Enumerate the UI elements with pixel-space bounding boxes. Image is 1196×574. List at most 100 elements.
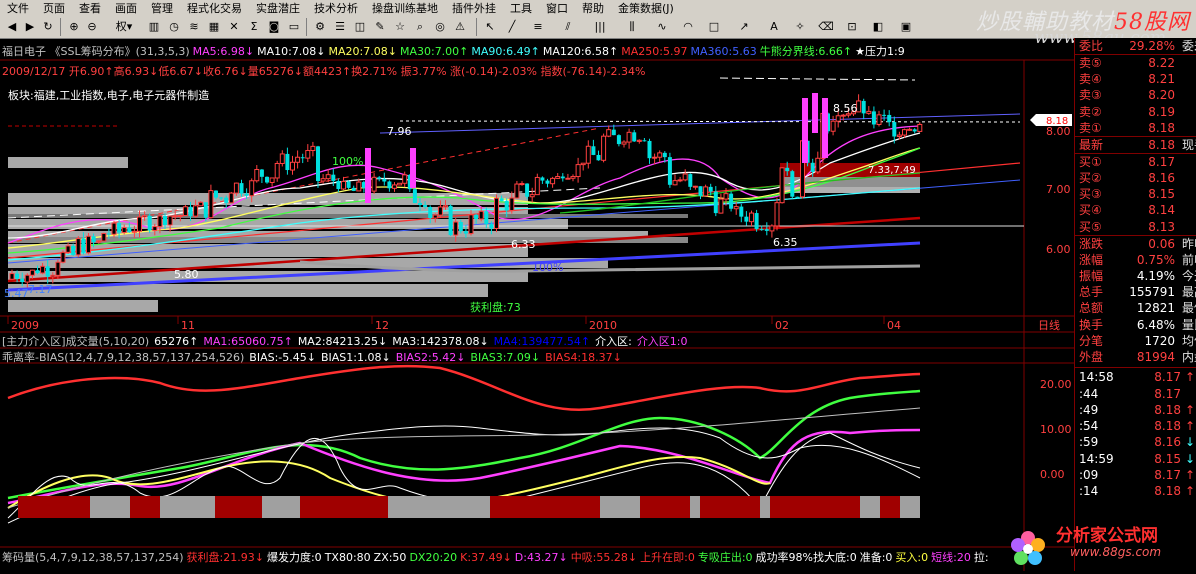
rect-draw-icon[interactable]: □ bbox=[706, 19, 722, 34]
chart-area[interactable]: 7.96 5.80 6.33 6.35 8.56 5.47 7.17 100% 100% 获利盘:… bbox=[0, 38, 1074, 571]
wave-icon[interactable]: ∿ bbox=[654, 19, 670, 34]
quote-row: 委比 29.28% 委差 bbox=[1079, 38, 1196, 54]
tick-row: 14:59 8.15 ↓ bbox=[1079, 451, 1196, 467]
quote-value: 0.75% bbox=[1136, 252, 1175, 267]
settings-icon[interactable]: ⚙ bbox=[312, 19, 328, 34]
zoom-in-icon[interactable]: ⊕ bbox=[66, 19, 82, 34]
quote-label: 最新 bbox=[1079, 137, 1104, 152]
fib-icon[interactable]: ||| bbox=[592, 19, 608, 34]
chart-type-icon[interactable]: ▥ bbox=[146, 19, 162, 34]
bias-line bbox=[7, 364, 921, 411]
quote-label: 换手 bbox=[1079, 317, 1104, 332]
menu-item-0[interactable]: 文件 bbox=[0, 0, 36, 16]
trend-line bbox=[399, 120, 1021, 123]
candle-body bbox=[111, 222, 117, 235]
menu-item-6[interactable]: 实盘潜庄 bbox=[249, 0, 307, 16]
refresh-icon[interactable]: ↻ bbox=[40, 19, 56, 34]
candle-body bbox=[519, 183, 525, 186]
price-axis-label: 7.00 bbox=[1046, 183, 1071, 196]
menu-item-8[interactable]: 操盘训练基地 bbox=[365, 0, 445, 16]
text-draw-icon[interactable]: A bbox=[766, 19, 782, 34]
quote-label: 买⑤ bbox=[1079, 219, 1102, 234]
candle-body bbox=[142, 215, 148, 218]
candle-body bbox=[265, 176, 269, 183]
target-icon[interactable]: ◎ bbox=[432, 19, 448, 34]
legend-item: 福日电子 《SSL筹码分布》(31,3,5,3) bbox=[2, 45, 190, 58]
cycle-icon[interactable]: ⫼ bbox=[624, 19, 640, 34]
save-icon[interactable]: ▣ bbox=[898, 19, 914, 34]
hline-icon[interactable]: ≡ bbox=[530, 19, 546, 34]
back-icon[interactable]: ◀ bbox=[4, 19, 20, 34]
camera-icon[interactable]: ◙ bbox=[266, 19, 282, 34]
quote-value: 8.18 bbox=[1148, 120, 1175, 135]
menu-item-1[interactable]: 页面 bbox=[36, 0, 72, 16]
candle-body bbox=[249, 180, 255, 197]
candle-body bbox=[692, 185, 698, 188]
menu-item-2[interactable]: 查看 bbox=[72, 0, 108, 16]
quote-label: 外盘 bbox=[1079, 350, 1104, 364]
candle-body bbox=[412, 189, 417, 204]
alert-icon[interactable]: ⚠ bbox=[452, 19, 468, 34]
star-icon[interactable]: ☆ bbox=[392, 19, 408, 34]
candle-body bbox=[458, 222, 463, 232]
candle-body bbox=[387, 181, 392, 189]
candle-body bbox=[45, 266, 50, 277]
chip-strip-segment bbox=[300, 496, 388, 518]
chip-bar bbox=[8, 193, 528, 205]
color-icon[interactable]: ◧ bbox=[870, 19, 886, 34]
quote-value: 8.21 bbox=[1148, 72, 1175, 87]
ma-legend-row: 福日电子 《SSL筹码分布》(31,3,5,3) MA5:6.98↓ MA10:7.… bbox=[2, 45, 908, 59]
menu-item-11[interactable]: 窗口 bbox=[539, 0, 575, 16]
line-draw-icon[interactable]: ╱ bbox=[504, 19, 520, 34]
candle-body bbox=[269, 177, 275, 183]
erase-icon[interactable]: ⌫ bbox=[818, 19, 834, 34]
date-axis-label: 02 bbox=[775, 319, 789, 332]
menu-item-3[interactable]: 画面 bbox=[108, 0, 144, 16]
legend-item: 成功率98%找大底:0 bbox=[755, 551, 857, 564]
candle-body bbox=[208, 190, 214, 219]
menu-item-9[interactable]: 插件外挂 bbox=[445, 0, 503, 16]
candle-body bbox=[290, 161, 295, 171]
candle-body bbox=[907, 128, 913, 131]
menu-item-7[interactable]: 技术分析 bbox=[307, 0, 365, 16]
legend-item: 爆发力度:0 bbox=[266, 551, 322, 564]
folder-icon[interactable]: ▭ bbox=[286, 19, 302, 34]
arc-icon[interactable]: ◠ bbox=[680, 19, 696, 34]
stats-icon[interactable]: Σ bbox=[246, 19, 262, 34]
quote-value: 81994 bbox=[1136, 350, 1175, 364]
quote-label: 振幅 bbox=[1079, 269, 1104, 283]
forward-icon[interactable]: ▶ bbox=[22, 19, 38, 34]
candle-body bbox=[509, 197, 515, 212]
pen-icon[interactable]: ✎ bbox=[372, 19, 388, 34]
menu-item-10[interactable]: 工具 bbox=[503, 0, 539, 16]
legend-item: BIAS2:5.42↓ bbox=[395, 351, 466, 364]
menu-item-4[interactable]: 管理 bbox=[144, 0, 180, 16]
rights-dropdown[interactable]: 权▾ bbox=[110, 19, 138, 34]
candle-body bbox=[580, 162, 586, 166]
close-icon[interactable]: ✕ bbox=[226, 19, 242, 34]
zoom-out-icon[interactable]: ⊖ bbox=[84, 19, 100, 34]
candle-body bbox=[596, 154, 601, 161]
grid-icon[interactable]: ▦ bbox=[206, 19, 222, 34]
legend-item: MA120:6.58↑ bbox=[542, 45, 619, 58]
mark-icon[interactable]: ✧ bbox=[792, 19, 808, 34]
window-icon[interactable]: ◫ bbox=[352, 19, 368, 34]
lock-icon[interactable]: ⊡ bbox=[844, 19, 860, 34]
indicator-icon[interactable]: ≋ bbox=[186, 19, 202, 34]
period-icon[interactable]: ◷ bbox=[166, 19, 182, 34]
search-icon[interactable]: ⌕ bbox=[412, 19, 428, 34]
legend-item: 介入区1:0 bbox=[636, 335, 688, 348]
candle-body bbox=[65, 245, 71, 253]
menu-item-12[interactable]: 帮助 bbox=[575, 0, 611, 16]
kline-chart[interactable]: 7.96 5.80 6.33 6.35 8.56 5.47 7.17 100% 100% 获利盘:… bbox=[0, 38, 1074, 571]
candle-body bbox=[437, 206, 443, 216]
menu-item-5[interactable]: 程式化交易 bbox=[180, 0, 249, 16]
channel-icon[interactable]: ⫽ bbox=[560, 19, 576, 34]
candle-body bbox=[810, 162, 815, 172]
menu-item-13[interactable]: 金策数据(J) bbox=[611, 0, 681, 16]
list-icon[interactable]: ☰ bbox=[332, 19, 348, 34]
quote-value: 8.16 bbox=[1148, 171, 1175, 185]
arrow-draw-icon[interactable]: ↗ bbox=[736, 19, 752, 34]
pointer-icon[interactable]: ↖ bbox=[482, 19, 498, 34]
tick-time: :09 bbox=[1079, 468, 1099, 482]
